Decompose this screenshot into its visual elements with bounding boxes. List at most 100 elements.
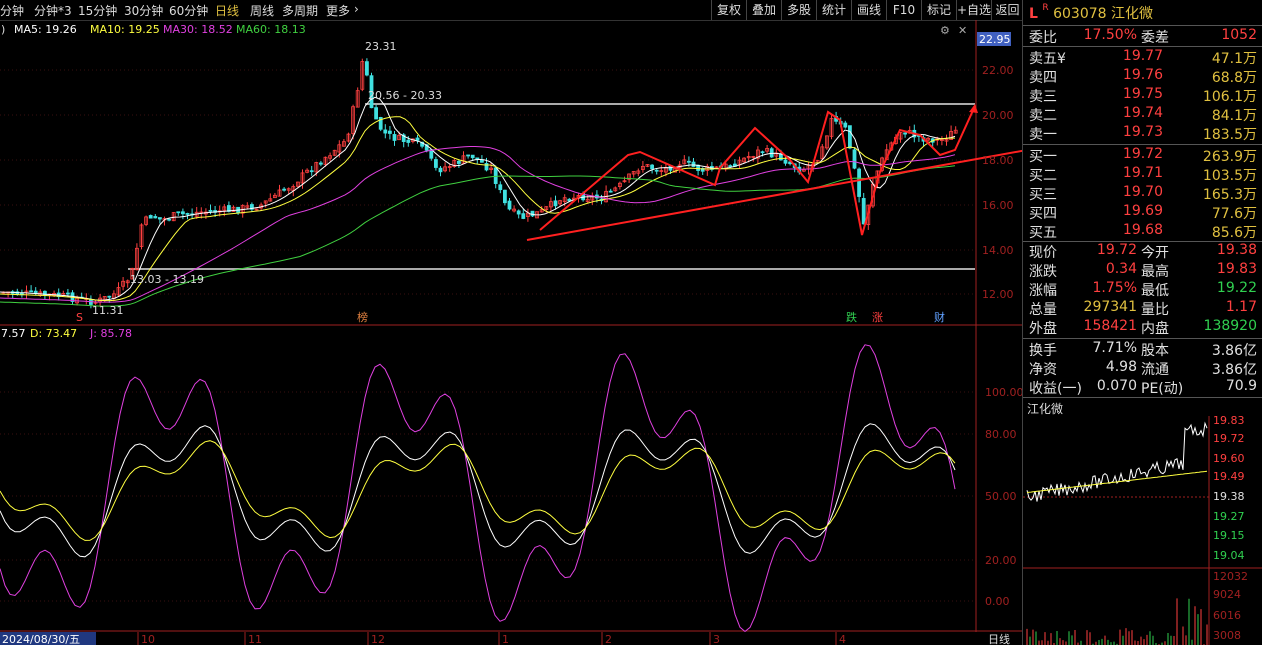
- period-15min[interactable]: 15分钟: [78, 2, 117, 19]
- candle-body: [318, 162, 323, 165]
- period-30min[interactable]: 30分钟: [124, 2, 163, 19]
- candle-body: [309, 170, 314, 173]
- candle-body: [383, 129, 388, 134]
- statistics-button[interactable]: 统计: [816, 0, 851, 20]
- bid-row[interactable]: 买三 19.70 165.3万: [1023, 184, 1262, 203]
- svg-text:MA5: 19.26: MA5: 19.26: [14, 23, 77, 36]
- candle-body: [848, 125, 852, 149]
- svg-text:MA60: 18.13: MA60: 18.13: [236, 23, 306, 36]
- svg-text:22.00: 22.00: [982, 64, 1014, 77]
- candle-body: [553, 200, 558, 207]
- bid-row[interactable]: 买一 19.72 263.9万: [1023, 146, 1262, 165]
- candle-body: [153, 216, 158, 219]
- marker-cai[interactable]: 财: [934, 310, 945, 324]
- stock-name: 江化微: [1111, 6, 1153, 22]
- candle-body: [498, 184, 503, 191]
- trend-annotations[interactable]: [526, 105, 1022, 241]
- svg-text:50.00: 50.00: [985, 490, 1017, 503]
- kline-chart[interactable]: 23.31 20.56 - 20.33 13.03 - 13.19 11.31 …: [0, 20, 1022, 645]
- intraday-chart[interactable]: 19.83 19.72 19.60 19.49 19.38 19.27 19.15 19.04…: [1023, 398, 1262, 645]
- period-daily[interactable]: 日线: [215, 2, 239, 19]
- fundamental-row: 收益(一) 0.070 PE(动) 70.9: [1029, 378, 1257, 397]
- fundamental-row: 净资 4.98 流通 3.86亿: [1029, 359, 1257, 378]
- svg-text:4: 4: [839, 633, 846, 645]
- bid-row[interactable]: 买五 19.68 85.6万: [1023, 222, 1262, 241]
- chevron-right-icon[interactable]: ›: [354, 2, 359, 16]
- svg-text:10: 10: [141, 633, 155, 645]
- candle-body: [456, 160, 461, 164]
- intraday-price-label: 19.72: [1213, 432, 1245, 445]
- svg-text:): ): [1, 23, 5, 36]
- period-more[interactable]: 更多: [326, 2, 350, 19]
- overlay-button[interactable]: 叠加: [746, 0, 781, 20]
- candle-body: [374, 107, 379, 120]
- svg-text:2: 2: [605, 633, 612, 645]
- period-3min[interactable]: 分钟*3: [34, 2, 72, 19]
- candle-body: [608, 190, 613, 193]
- date-cursor-label: 2024/08/30/五: [2, 633, 80, 645]
- candle-body: [438, 167, 443, 173]
- stock-header: L R 603078 江化微: [1029, 3, 1153, 23]
- kdj-lines: [0, 344, 956, 633]
- candle-body: [466, 154, 471, 157]
- add-watchlist-button[interactable]: +自选: [956, 0, 991, 20]
- marker-die[interactable]: 跌: [846, 310, 857, 324]
- svg-text:80.00: 80.00: [985, 428, 1017, 441]
- candle-body: [176, 211, 181, 214]
- f10-button[interactable]: F10: [886, 0, 921, 20]
- candle-body: [282, 188, 287, 191]
- high-price-label: 23.31: [365, 40, 397, 53]
- period-60min[interactable]: 60分钟: [169, 2, 208, 19]
- candle-body: [769, 148, 774, 158]
- bid-row[interactable]: 买四 19.69 77.6万: [1023, 203, 1262, 222]
- multi-stock-button[interactable]: 多股: [781, 0, 816, 20]
- candle-body: [530, 210, 535, 217]
- marker-bang[interactable]: 榜: [357, 310, 368, 324]
- candle-body: [903, 132, 907, 135]
- candle-body: [167, 218, 172, 221]
- back-button[interactable]: 返回: [991, 0, 1023, 20]
- ask-row[interactable]: 卖四 19.76 68.8万: [1023, 67, 1262, 86]
- ask-row[interactable]: 卖一 19.73 183.5万: [1023, 124, 1262, 143]
- stock-code: 603078: [1053, 6, 1107, 22]
- svg-text:3: 3: [713, 633, 720, 645]
- price-axis-labels: 22.00 20.00 18.00 16.00 14.00 12.00: [982, 64, 1014, 301]
- settings-icon[interactable]: ⚙: [940, 24, 950, 37]
- restore-rights-button[interactable]: 复权: [711, 0, 746, 20]
- mark-button[interactable]: 标记: [921, 0, 956, 20]
- close-icon[interactable]: ✕: [958, 24, 967, 37]
- candle-body: [364, 61, 369, 76]
- candle-body: [691, 161, 696, 167]
- candle-body: [502, 189, 507, 204]
- ask-row[interactable]: 卖二 19.74 84.1万: [1023, 105, 1262, 124]
- candle-body: [852, 149, 857, 169]
- svg-text:20.00: 20.00: [985, 554, 1017, 567]
- bid-row[interactable]: 买二 19.71 103.5万: [1023, 165, 1262, 184]
- ask-row[interactable]: 卖三 19.75 106.1万: [1023, 86, 1262, 105]
- period-weekly[interactable]: 周线: [250, 2, 274, 19]
- draw-line-button[interactable]: 画线: [851, 0, 886, 20]
- candle-body: [185, 213, 190, 215]
- svg-text:J: 85.78: J: 85.78: [89, 327, 132, 340]
- low-price-label: 11.31: [92, 304, 124, 317]
- kdj-legend: 7.57 D: 73.47 J: 85.78: [1, 327, 132, 340]
- intraday-volume-label: 9024: [1213, 588, 1241, 601]
- svg-text:7.57: 7.57: [1, 327, 26, 340]
- svg-text:11: 11: [248, 633, 262, 645]
- marker-zhang[interactable]: 涨: [872, 311, 883, 324]
- intraday-price-label: 19.60: [1213, 452, 1245, 465]
- period-multi[interactable]: 多周期: [282, 2, 318, 19]
- candle-body: [470, 154, 475, 159]
- weibi-row: 委比 17.50% 委差 1052: [1029, 27, 1257, 46]
- quote-row: 现价 19.72 今开 19.38: [1029, 242, 1257, 261]
- candle-body: [415, 137, 420, 141]
- candle-body: [516, 210, 521, 215]
- date-axis-months: 10 11 12 1 2 3 4: [137, 632, 846, 645]
- period-1min[interactable]: 分钟: [0, 2, 24, 19]
- marker-s[interactable]: S: [76, 311, 83, 324]
- kdj-grid: [0, 391, 975, 602]
- kdj-j-line: [0, 344, 956, 633]
- ask-row[interactable]: 卖五¥ 19.77 47.1万: [1023, 48, 1262, 67]
- svg-text:0.00: 0.00: [985, 595, 1010, 608]
- period-indicator: 日线: [988, 632, 1010, 645]
